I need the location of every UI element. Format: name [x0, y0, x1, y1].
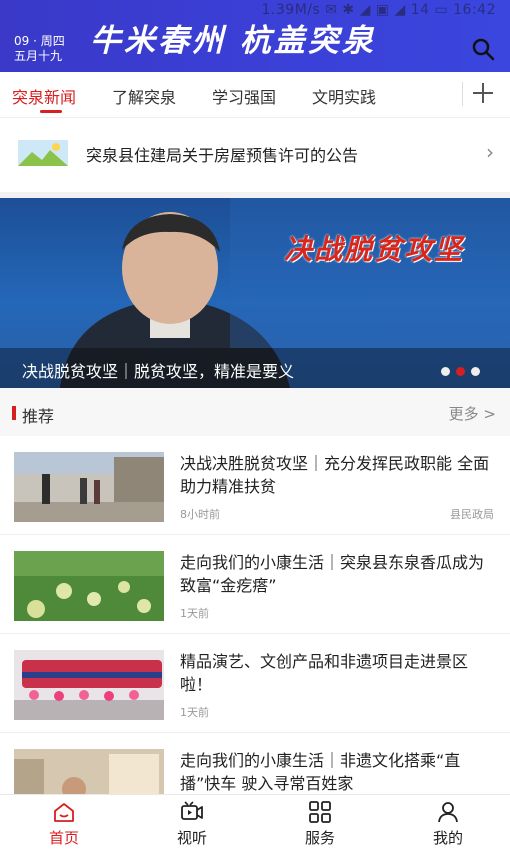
- news-thumbnail: [14, 551, 164, 621]
- bottom-navigation: 首页 视听 服务 我的: [0, 794, 510, 850]
- plus-icon: [473, 83, 493, 103]
- active-tab-indicator: [40, 110, 62, 113]
- nav-services[interactable]: 服务: [256, 795, 384, 850]
- news-time: 8小时前: [180, 508, 220, 521]
- nav-profile[interactable]: 我的: [384, 795, 510, 850]
- tab-about-tuquan[interactable]: 了解突泉: [112, 84, 176, 108]
- news-time: 1天前: [180, 607, 209, 620]
- more-link[interactable]: 更多 >: [449, 403, 496, 424]
- section-marker: [12, 406, 16, 420]
- category-tabs: 突泉新闻 了解突泉 学习强国 文明实践: [0, 72, 510, 118]
- user-icon: [438, 802, 458, 823]
- search-button[interactable]: [470, 36, 496, 62]
- nav-label: 视听: [176, 829, 207, 847]
- tab-civilization-practice[interactable]: 文明实践: [312, 84, 376, 108]
- search-icon: [472, 38, 495, 61]
- carousel-dots: [441, 367, 480, 376]
- banner-caption: 决战脱贫攻坚｜脱贫攻坚，精准是要义: [22, 362, 295, 381]
- nav-home[interactable]: 首页: [0, 795, 128, 850]
- announcement-bar[interactable]: 突泉县住建局关于房屋预售许可的公告 ›: [0, 118, 510, 192]
- news-title: 走向我们的小康生活｜突泉县东泉香瓜成为致富“金疙瘩”: [180, 553, 485, 595]
- brand-logo-text: 牛米春州 杭盖突泉: [90, 23, 376, 59]
- news-time: 1天前: [180, 706, 209, 719]
- news-title: 走向我们的小康生活｜非遗文化搭乘“直播”快车 驶入寻常百姓家: [180, 751, 461, 793]
- date-weekday: 09 · 周四: [14, 34, 65, 48]
- nav-label: 我的: [432, 829, 463, 847]
- announcement-text: 突泉县住建局关于房屋预售许可的公告: [86, 146, 359, 165]
- nav-video[interactable]: 视听: [128, 795, 256, 850]
- news-list-item[interactable]: 走向我们的小康生活｜突泉县东泉香瓜成为致富“金疙瘩” 1天前: [0, 535, 510, 634]
- recommend-section-header: 推荐 更多 >: [0, 388, 510, 436]
- banner-title: 决战脱贫攻坚: [284, 233, 465, 266]
- news-thumbnail: [14, 650, 164, 720]
- date-lunar: 五月十九: [14, 49, 63, 63]
- carousel-dot[interactable]: [471, 367, 480, 376]
- home-icon: [54, 803, 74, 822]
- nav-label: 首页: [48, 829, 79, 847]
- carousel-dot[interactable]: [441, 367, 450, 376]
- grid-icon: [309, 801, 331, 823]
- carousel-dot-active[interactable]: [456, 367, 465, 376]
- section-title: 推荐: [22, 407, 55, 426]
- nav-label: 服务: [304, 829, 335, 847]
- date-display: 09 · 周四 五月十九: [14, 34, 65, 64]
- video-icon: [181, 801, 203, 820]
- tab-xuexi-qiangguo[interactable]: 学习强国: [212, 84, 276, 108]
- app-header: 1.39M/s ✉ ✱ ◢ ▣ ◢ 14 ▭ 16:42 09 · 周四 五月十…: [0, 0, 510, 72]
- news-source: 县民政局: [450, 508, 494, 521]
- news-title: 决战决胜脱贫攻坚｜充分发挥民政职能 全面助力精准扶贫: [180, 454, 490, 496]
- news-thumbnail: [14, 452, 164, 522]
- tabs-divider: [462, 82, 463, 106]
- image-placeholder-icon: [18, 140, 68, 166]
- tab-tuquan-news[interactable]: 突泉新闻: [12, 84, 76, 108]
- news-list-item[interactable]: 决战决胜脱贫攻坚｜充分发挥民政职能 全面助力精准扶贫 8小时前 县民政局: [0, 436, 510, 535]
- news-list-item[interactable]: 精品演艺、文创产品和非遗项目走进景区啦！ 1天前: [0, 634, 510, 733]
- add-channel-button[interactable]: [470, 80, 496, 106]
- news-title: 精品演艺、文创产品和非遗项目走进景区啦！: [180, 652, 469, 694]
- banner-carousel[interactable]: 决战脱贫攻坚 决战脱贫攻坚｜脱贫攻坚，精准是要义: [0, 198, 510, 388]
- chevron-right-icon: ›: [486, 140, 494, 164]
